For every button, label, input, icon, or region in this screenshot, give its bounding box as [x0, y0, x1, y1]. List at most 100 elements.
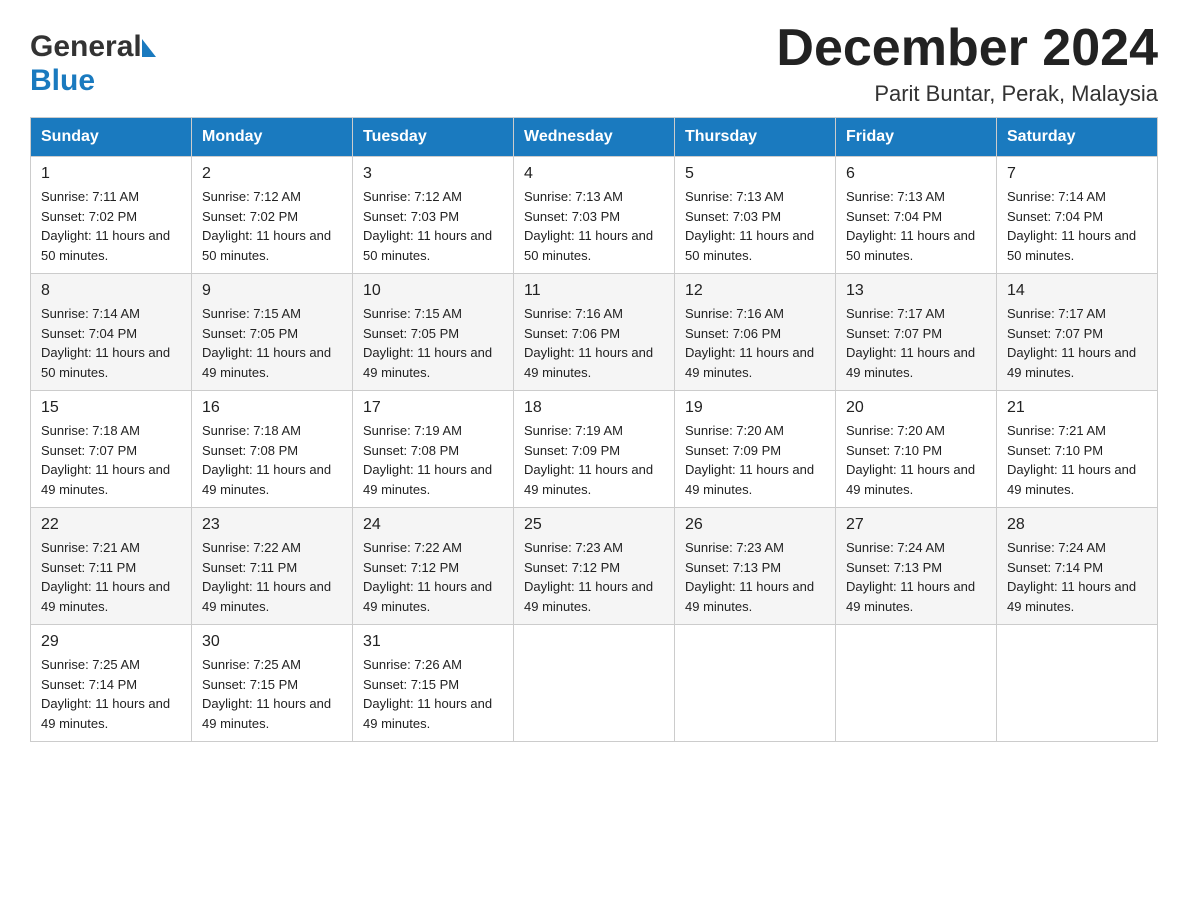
sunrise-label: Sunrise: 7:18 AM — [41, 423, 140, 438]
calendar-cell: 8 Sunrise: 7:14 AM Sunset: 7:04 PM Dayli… — [31, 274, 192, 391]
sunrise-label: Sunrise: 7:19 AM — [363, 423, 462, 438]
daylight-label: Daylight: 11 hours and 49 minutes. — [363, 579, 492, 614]
day-number: 19 — [685, 399, 825, 417]
calendar-cell: 19 Sunrise: 7:20 AM Sunset: 7:09 PM Dayl… — [675, 391, 836, 508]
sunset-label: Sunset: 7:07 PM — [1007, 326, 1103, 341]
sunset-label: Sunset: 7:09 PM — [685, 443, 781, 458]
sunrise-label: Sunrise: 7:22 AM — [363, 540, 462, 555]
sunrise-label: Sunrise: 7:21 AM — [41, 540, 140, 555]
day-info: Sunrise: 7:18 AM Sunset: 7:07 PM Dayligh… — [41, 421, 181, 499]
daylight-label: Daylight: 11 hours and 49 minutes. — [41, 696, 170, 731]
calendar-cell: 24 Sunrise: 7:22 AM Sunset: 7:12 PM Dayl… — [353, 508, 514, 625]
day-number: 31 — [363, 633, 503, 651]
day-number: 23 — [202, 516, 342, 534]
calendar-cell: 27 Sunrise: 7:24 AM Sunset: 7:13 PM Dayl… — [836, 508, 997, 625]
sunrise-label: Sunrise: 7:24 AM — [1007, 540, 1106, 555]
daylight-label: Daylight: 11 hours and 49 minutes. — [846, 579, 975, 614]
day-number: 2 — [202, 165, 342, 183]
calendar-cell: 22 Sunrise: 7:21 AM Sunset: 7:11 PM Dayl… — [31, 508, 192, 625]
logo: General Blue — [30, 30, 156, 98]
day-info: Sunrise: 7:23 AM Sunset: 7:12 PM Dayligh… — [524, 538, 664, 616]
daylight-label: Daylight: 11 hours and 49 minutes. — [685, 462, 814, 497]
day-info: Sunrise: 7:22 AM Sunset: 7:11 PM Dayligh… — [202, 538, 342, 616]
calendar-cell — [997, 625, 1158, 742]
calendar-cell: 28 Sunrise: 7:24 AM Sunset: 7:14 PM Dayl… — [997, 508, 1158, 625]
calendar-cell: 4 Sunrise: 7:13 AM Sunset: 7:03 PM Dayli… — [514, 157, 675, 274]
sunset-label: Sunset: 7:08 PM — [202, 443, 298, 458]
day-number: 6 — [846, 165, 986, 183]
sunrise-label: Sunrise: 7:25 AM — [41, 657, 140, 672]
daylight-label: Daylight: 11 hours and 49 minutes. — [41, 462, 170, 497]
sunset-label: Sunset: 7:11 PM — [202, 560, 297, 575]
day-info: Sunrise: 7:24 AM Sunset: 7:13 PM Dayligh… — [846, 538, 986, 616]
calendar-cell: 13 Sunrise: 7:17 AM Sunset: 7:07 PM Dayl… — [836, 274, 997, 391]
daylight-label: Daylight: 11 hours and 49 minutes. — [1007, 345, 1136, 380]
day-info: Sunrise: 7:20 AM Sunset: 7:09 PM Dayligh… — [685, 421, 825, 499]
location-text: Parit Buntar, Perak, Malaysia — [776, 81, 1158, 107]
sunrise-label: Sunrise: 7:20 AM — [685, 423, 784, 438]
sunset-label: Sunset: 7:03 PM — [685, 209, 781, 224]
sunset-label: Sunset: 7:03 PM — [363, 209, 459, 224]
daylight-label: Daylight: 11 hours and 50 minutes. — [685, 228, 814, 263]
calendar-cell: 17 Sunrise: 7:19 AM Sunset: 7:08 PM Dayl… — [353, 391, 514, 508]
daylight-label: Daylight: 11 hours and 49 minutes. — [846, 462, 975, 497]
daylight-label: Daylight: 11 hours and 49 minutes. — [202, 579, 331, 614]
calendar-cell: 23 Sunrise: 7:22 AM Sunset: 7:11 PM Dayl… — [192, 508, 353, 625]
day-number: 13 — [846, 282, 986, 300]
sunrise-label: Sunrise: 7:23 AM — [524, 540, 623, 555]
calendar-week-row: 1 Sunrise: 7:11 AM Sunset: 7:02 PM Dayli… — [31, 157, 1158, 274]
sunrise-label: Sunrise: 7:14 AM — [1007, 189, 1106, 204]
day-number: 29 — [41, 633, 181, 651]
daylight-label: Daylight: 11 hours and 49 minutes. — [685, 345, 814, 380]
day-number: 16 — [202, 399, 342, 417]
sunset-label: Sunset: 7:12 PM — [524, 560, 620, 575]
sunset-label: Sunset: 7:02 PM — [202, 209, 298, 224]
calendar-cell — [514, 625, 675, 742]
calendar-cell: 31 Sunrise: 7:26 AM Sunset: 7:15 PM Dayl… — [353, 625, 514, 742]
day-info: Sunrise: 7:13 AM Sunset: 7:04 PM Dayligh… — [846, 187, 986, 265]
calendar-cell: 18 Sunrise: 7:19 AM Sunset: 7:09 PM Dayl… — [514, 391, 675, 508]
daylight-label: Daylight: 11 hours and 50 minutes. — [41, 345, 170, 380]
day-number: 15 — [41, 399, 181, 417]
calendar-cell — [675, 625, 836, 742]
sunrise-label: Sunrise: 7:23 AM — [685, 540, 784, 555]
calendar-cell: 7 Sunrise: 7:14 AM Sunset: 7:04 PM Dayli… — [997, 157, 1158, 274]
daylight-label: Daylight: 11 hours and 50 minutes. — [524, 228, 653, 263]
calendar-cell: 1 Sunrise: 7:11 AM Sunset: 7:02 PM Dayli… — [31, 157, 192, 274]
daylight-label: Daylight: 11 hours and 49 minutes. — [363, 462, 492, 497]
sunrise-label: Sunrise: 7:13 AM — [685, 189, 784, 204]
sunset-label: Sunset: 7:05 PM — [363, 326, 459, 341]
day-info: Sunrise: 7:21 AM Sunset: 7:11 PM Dayligh… — [41, 538, 181, 616]
calendar-cell: 12 Sunrise: 7:16 AM Sunset: 7:06 PM Dayl… — [675, 274, 836, 391]
daylight-label: Daylight: 11 hours and 49 minutes. — [1007, 462, 1136, 497]
day-info: Sunrise: 7:22 AM Sunset: 7:12 PM Dayligh… — [363, 538, 503, 616]
daylight-label: Daylight: 11 hours and 49 minutes. — [363, 696, 492, 731]
daylight-label: Daylight: 11 hours and 49 minutes. — [202, 462, 331, 497]
sunrise-label: Sunrise: 7:21 AM — [1007, 423, 1106, 438]
sunset-label: Sunset: 7:05 PM — [202, 326, 298, 341]
calendar-header-tuesday: Tuesday — [353, 118, 514, 157]
calendar-cell: 25 Sunrise: 7:23 AM Sunset: 7:12 PM Dayl… — [514, 508, 675, 625]
daylight-label: Daylight: 11 hours and 50 minutes. — [363, 228, 492, 263]
sunset-label: Sunset: 7:04 PM — [1007, 209, 1103, 224]
sunrise-label: Sunrise: 7:24 AM — [846, 540, 945, 555]
day-info: Sunrise: 7:24 AM Sunset: 7:14 PM Dayligh… — [1007, 538, 1147, 616]
daylight-label: Daylight: 11 hours and 49 minutes. — [41, 579, 170, 614]
sunset-label: Sunset: 7:13 PM — [846, 560, 942, 575]
calendar-week-row: 8 Sunrise: 7:14 AM Sunset: 7:04 PM Dayli… — [31, 274, 1158, 391]
sunset-label: Sunset: 7:10 PM — [1007, 443, 1103, 458]
calendar-cell: 6 Sunrise: 7:13 AM Sunset: 7:04 PM Dayli… — [836, 157, 997, 274]
day-info: Sunrise: 7:14 AM Sunset: 7:04 PM Dayligh… — [41, 304, 181, 382]
calendar-week-row: 29 Sunrise: 7:25 AM Sunset: 7:14 PM Dayl… — [31, 625, 1158, 742]
calendar-cell: 20 Sunrise: 7:20 AM Sunset: 7:10 PM Dayl… — [836, 391, 997, 508]
day-number: 27 — [846, 516, 986, 534]
day-info: Sunrise: 7:17 AM Sunset: 7:07 PM Dayligh… — [846, 304, 986, 382]
day-number: 8 — [41, 282, 181, 300]
logo-general-text: General — [30, 30, 142, 64]
day-number: 21 — [1007, 399, 1147, 417]
logo-arrow-icon — [142, 39, 156, 57]
sunset-label: Sunset: 7:14 PM — [1007, 560, 1103, 575]
sunrise-label: Sunrise: 7:13 AM — [524, 189, 623, 204]
day-number: 20 — [846, 399, 986, 417]
day-info: Sunrise: 7:15 AM Sunset: 7:05 PM Dayligh… — [363, 304, 503, 382]
